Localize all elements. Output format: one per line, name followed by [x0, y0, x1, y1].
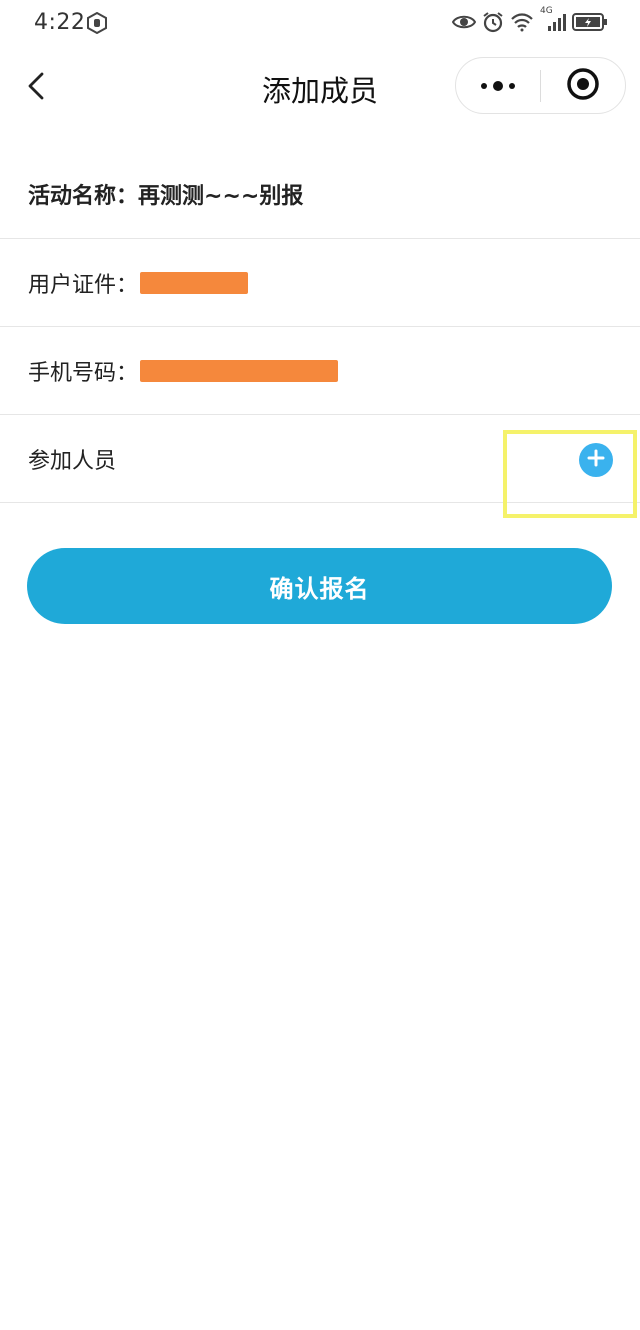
wifi-icon	[510, 12, 534, 36]
redacted-phone	[140, 359, 339, 382]
members-label: 参加人员	[28, 448, 117, 474]
confirm-signup-button[interactable]: 确认报名	[27, 548, 612, 624]
activity-row: 活动名称： 再测测~~~别报	[0, 150, 640, 239]
more-button[interactable]	[456, 58, 540, 113]
status-bar: 4:22 4G	[0, 0, 640, 48]
phone-row: 手机号码：	[0, 327, 640, 415]
id-label: 用户证件：	[28, 272, 139, 298]
status-icons: 4G	[451, 6, 608, 38]
activity-value: 再测测~~~别报	[138, 184, 304, 209]
nav-bar: 添加成员	[0, 48, 640, 128]
highlight-annotation	[503, 430, 637, 518]
more-dots-icon	[478, 80, 518, 91]
phone-label: 手机号码：	[28, 360, 139, 386]
close-button[interactable]	[541, 58, 625, 113]
network-type: 4G	[540, 6, 553, 16]
mini-program-capsule	[455, 57, 626, 114]
alarm-icon	[482, 11, 504, 37]
redacted-id	[140, 271, 249, 294]
hand-shield-icon	[86, 11, 108, 35]
activity-label: 活动名称：	[28, 184, 139, 209]
target-close-icon	[566, 67, 600, 105]
eye-icon	[451, 13, 477, 35]
status-time: 4:22	[34, 10, 86, 35]
signal-icon: 4G	[540, 6, 566, 36]
id-row: 用户证件：	[0, 239, 640, 327]
battery-icon	[572, 12, 608, 36]
